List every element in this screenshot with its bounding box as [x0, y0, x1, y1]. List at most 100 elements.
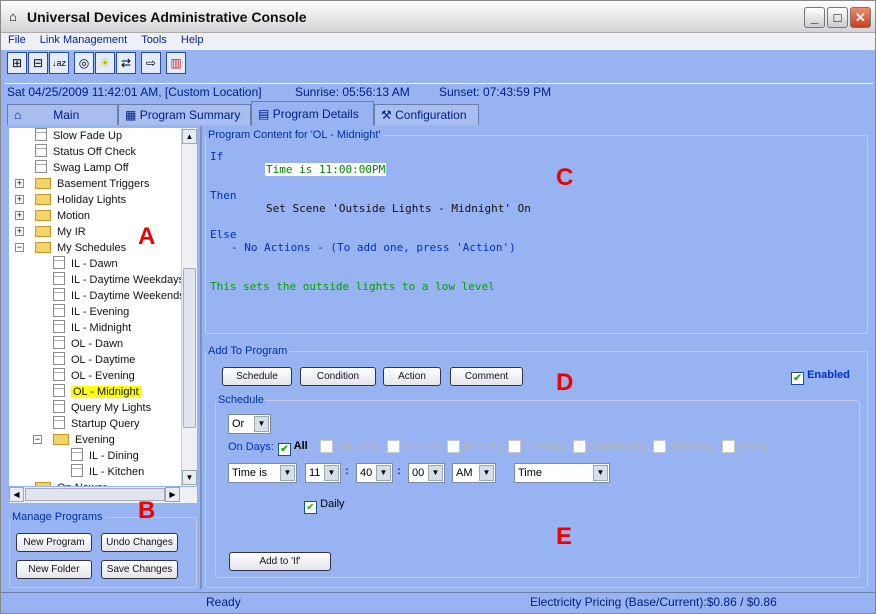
tree-item-label: Evening [75, 434, 115, 446]
add-to-if-button[interactable]: Add to 'If' [229, 552, 331, 571]
swap-icon[interactable]: ⇄ [116, 52, 136, 74]
expand-icon[interactable]: + [15, 195, 24, 204]
condition-type-select[interactable]: Time is ▼ [228, 463, 297, 483]
tree-item[interactable]: My Schedules [35, 240, 126, 256]
new-program-button[interactable]: New Program [16, 533, 92, 552]
undo-changes-button[interactable]: Undo Changes [101, 533, 178, 552]
tree-item[interactable]: Holiday Lights [35, 192, 126, 208]
tree-item[interactable]: OL - Midnight [53, 384, 141, 400]
hour-select[interactable]: 11 ▼ [305, 463, 341, 483]
tree-item[interactable]: IL - Evening [53, 304, 129, 320]
scenes-icon[interactable]: ◎ [74, 52, 94, 74]
condition-button[interactable]: Condition [300, 367, 376, 386]
tree-item[interactable]: Evening [53, 432, 115, 448]
tree-item[interactable]: OL - Daytime [53, 352, 135, 368]
daily-checkbox[interactable]: ✔ Daily [304, 498, 345, 514]
collapse-all-icon[interactable]: ⊟ [28, 52, 48, 74]
chevron-down-icon: ▼ [593, 465, 608, 481]
logic-select[interactable]: Or ▼ [228, 414, 271, 434]
comment-button[interactable]: Comment [450, 367, 523, 386]
export-icon[interactable]: ⇨ [141, 52, 161, 74]
scroll-left-button[interactable]: ◀ [9, 487, 24, 502]
tree-item[interactable]: IL - Daytime Weekends [53, 288, 181, 304]
menu-help[interactable]: Help [181, 34, 204, 46]
scroll-up-button[interactable]: ▲ [182, 129, 197, 144]
tree-item[interactable]: IL - Kitchen [71, 464, 144, 480]
scroll-right-button[interactable]: ▶ [165, 487, 180, 502]
else-action-line: - No Actions - (To add one, press 'Actio… [231, 241, 516, 254]
check-icon: ✔ [278, 443, 291, 456]
tree-item[interactable]: Slow Fade Up [35, 128, 122, 144]
time-mode-select[interactable]: Time ▼ [514, 463, 610, 483]
expand-icon[interactable]: + [15, 179, 24, 188]
day-checkbox-saturday[interactable]: Saturday [320, 440, 380, 453]
program-comment: This sets the outside lights to a low le… [210, 280, 495, 293]
collapse-icon[interactable]: − [33, 435, 42, 444]
day-checkbox-wednesday[interactable]: Wednesday [573, 440, 647, 453]
tree-item[interactable]: OL - Dawn [53, 336, 123, 352]
day-checkbox-sunday[interactable]: Sunday [387, 440, 440, 453]
schedule-button[interactable]: Schedule [222, 367, 292, 386]
sunrise-text: Sunrise: 05:56:13 AM [295, 85, 410, 99]
tree-item[interactable]: IL - Dining [71, 448, 139, 464]
info-bar: Sat 04/25/2009 11:42:01 AM, [Custom Loca… [5, 83, 873, 100]
menu-file[interactable]: File [8, 34, 26, 46]
close-button[interactable]: ✕ [850, 7, 871, 28]
menu-link-management[interactable]: Link Management [40, 34, 127, 46]
day-checkbox-thursday[interactable]: Thursday [653, 440, 715, 453]
second-select[interactable]: 00 ▼ [408, 463, 445, 483]
tree-item[interactable]: On Newer [35, 480, 107, 486]
tree-item-label: My Schedules [57, 242, 127, 254]
day-checkbox-friday[interactable]: Friday [722, 440, 769, 453]
day-label: Friday [738, 441, 769, 453]
window-title: Universal Devices Administrative Console [27, 9, 307, 25]
tree-horizontal-scrollbar[interactable]: ◀ ▶ [9, 487, 197, 503]
tree-item[interactable]: IL - Daytime Weekdays [53, 272, 181, 288]
tab-configuration[interactable]: ⚒ Configuration [374, 104, 479, 125]
tree-item[interactable]: Startup Query [53, 416, 139, 432]
tree-item[interactable]: Motion [35, 208, 90, 224]
action-button[interactable]: Action [383, 367, 441, 386]
status-bar: Ready Electricity Pricing (Base/Current)… [1, 592, 875, 612]
splitter[interactable] [200, 126, 202, 589]
if-condition-line[interactable]: Time is 11:00:00PM [265, 163, 387, 176]
tree-item[interactable]: Swag Lamp Off [35, 160, 129, 176]
save-changes-button[interactable]: Save Changes [101, 560, 178, 579]
tab-main[interactable]: ⌂ Main [7, 104, 118, 125]
tree-item[interactable]: IL - Dawn [53, 256, 118, 272]
ampm-select[interactable]: AM ▼ [452, 463, 496, 483]
then-action-line[interactable]: Set Scene 'Outside Lights - Midnight' On [266, 202, 531, 215]
chart-icon[interactable]: ▥ [166, 52, 186, 74]
tree-item[interactable]: OL - Evening [53, 368, 135, 384]
tree-vertical-scrollbar[interactable]: ▲ ▼ [181, 128, 197, 486]
electricity-pricing: Electricity Pricing (Base/Current):$0.86… [530, 595, 777, 609]
tree-item[interactable]: IL - Midnight [53, 320, 131, 336]
tab-label: Configuration [395, 108, 467, 122]
tab-program-summary[interactable]: ▦ Program Summary [118, 104, 251, 125]
tab-program-details[interactable]: ▤ Program Details [251, 101, 374, 126]
lightbulb-icon[interactable]: ☀ [95, 52, 115, 74]
day-checkbox-monday[interactable]: Monday [447, 440, 502, 453]
expand-icon[interactable]: + [15, 227, 24, 236]
all-days-checkbox[interactable]: ✔ All [278, 440, 308, 456]
enabled-checkbox[interactable]: ✔ Enabled [791, 369, 850, 385]
sort-az-icon[interactable]: ↓az [49, 52, 69, 74]
minimize-button[interactable]: _ [804, 7, 825, 28]
collapse-icon[interactable]: − [15, 243, 24, 252]
tree-item[interactable]: Basement Triggers [35, 176, 149, 192]
expand-all-icon[interactable]: ⊞ [7, 52, 27, 74]
minute-select[interactable]: 40 ▼ [356, 463, 393, 483]
new-folder-button[interactable]: New Folder [16, 560, 92, 579]
tree-item[interactable]: Query My Lights [53, 400, 151, 416]
scroll-thumb[interactable] [183, 268, 196, 428]
expand-icon[interactable]: + [15, 211, 24, 220]
tree-item-label: Swag Lamp Off [53, 162, 129, 174]
maximize-button[interactable]: □ [827, 7, 848, 28]
tree-item[interactable]: Status Off Check [35, 144, 136, 160]
scroll-down-button[interactable]: ▼ [182, 470, 197, 485]
tree-item[interactable]: My IR [35, 224, 86, 240]
select-value: 00 [412, 467, 425, 479]
day-checkbox-tuesday[interactable]: Tuesday [508, 440, 566, 453]
menu-tools[interactable]: Tools [141, 34, 167, 46]
day-label: Tuesday [523, 441, 566, 453]
